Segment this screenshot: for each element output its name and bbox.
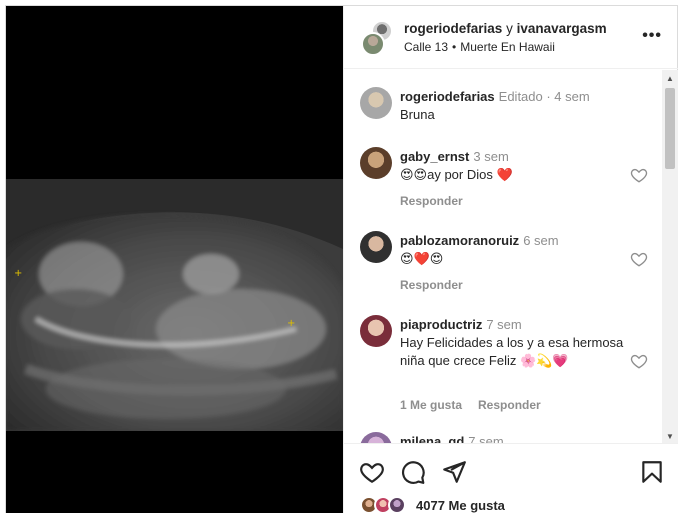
comment-meta: 3 sem [473,149,509,164]
heart-outline-icon[interactable] [630,352,648,370]
comment-actions: Responder [400,278,463,292]
avatar [361,32,385,56]
reply-button[interactable]: Responder [400,278,463,292]
artist-name: Calle 13 [404,40,449,54]
comment-meta: 6 sem [523,233,559,248]
scrollbar[interactable]: ▲ ▼ [662,70,678,443]
heart-outline-icon[interactable] [630,250,648,268]
reply-button[interactable]: Responder [478,398,541,412]
avatar[interactable] [360,87,392,119]
collab-usernames: rogeriodefarias y ivanavargasm [404,21,607,36]
svg-text:+: + [14,268,22,279]
likes-count[interactable]: 4077 Me gusta [416,498,505,513]
comment-list[interactable]: rogeriodefarias Editado · 4 sem Bruna gab… [344,70,662,443]
ultrasound-image: + + [6,179,343,431]
comment-actions: 1 Me gusta Responder [400,398,541,412]
avatar[interactable] [360,315,392,347]
comment-meta: 7 sem [468,434,504,443]
song-name: Muerte En Hawaii [460,40,555,54]
post-header: rogeriodefarias y ivanavargasm Calle 13 •… [344,6,678,69]
post-media[interactable]: + + [6,6,343,513]
comment-username[interactable]: gaby_ernst [400,149,469,164]
heart-outline-icon[interactable] [630,166,648,184]
save-icon[interactable] [639,459,665,485]
share-icon[interactable] [441,459,467,485]
svg-text:+: + [287,318,295,329]
heart-outline-icon[interactable] [359,459,385,485]
conjunction: y [506,21,513,36]
username-link[interactable]: ivanavargasm [517,21,607,36]
scroll-down-icon[interactable]: ▼ [666,432,674,441]
avatar[interactable] [360,231,392,263]
comment-icon[interactable] [400,459,426,485]
post-modal: + + rogeriodefarias y ivanavargasm Calle… [0,0,682,514]
avatar[interactable] [360,432,392,443]
reply-button[interactable]: Responder [400,194,463,208]
comment-text: 😍❤️😍 [400,251,444,266]
comment-text: Bruna [400,107,435,122]
avatar [388,496,406,514]
collab-avatars[interactable] [361,20,397,56]
scroll-up-icon[interactable]: ▲ [666,74,674,83]
comment-actions: Responder [400,194,463,208]
audio-link[interactable]: Calle 13 • Muerte En Hawaii [404,40,555,54]
comment-text: Hay Felicidades a los y a esa hermosa ni… [400,335,624,368]
separator: • [452,40,457,54]
comment-meta: 7 sem [486,317,522,332]
comment-username[interactable]: pablozamoranoruiz [400,233,519,248]
scrollbar-thumb[interactable] [665,88,675,169]
more-icon[interactable]: ••• [642,27,662,45]
comment-username[interactable]: rogeriodefarias [400,89,495,104]
username-link[interactable]: rogeriodefarias [404,21,502,36]
comment-text: 😍😍ay por Dios ❤️ [400,167,513,182]
comment-likes[interactable]: 1 Me gusta [400,398,462,412]
comment-meta: Editado · 4 sem [498,89,590,104]
post-actions-bar: 4077 Me gusta [344,443,678,514]
comments-panel: rogeriodefarias y ivanavargasm Calle 13 •… [343,6,678,514]
comment-username[interactable]: milena_gd [400,434,464,443]
comment-username[interactable]: piaproductriz [400,317,482,332]
avatar[interactable] [360,147,392,179]
